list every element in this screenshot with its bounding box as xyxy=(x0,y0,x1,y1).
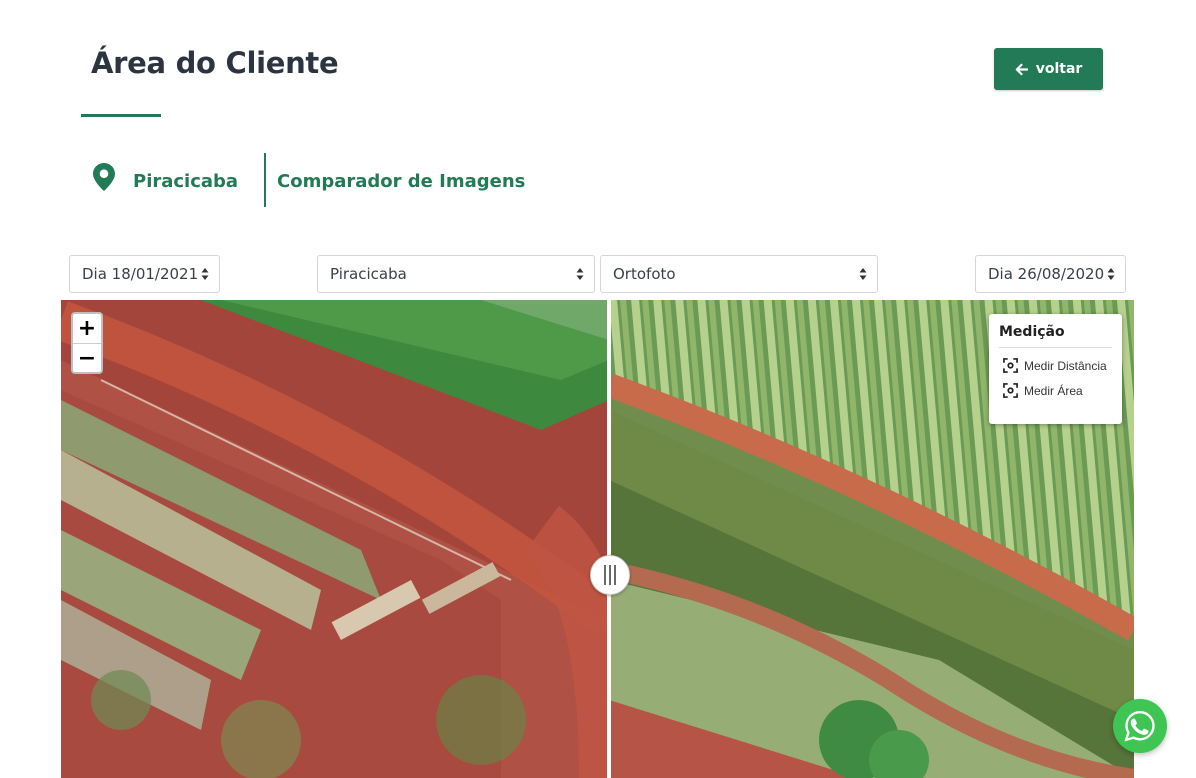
date-left-select[interactable]: Dia 18/01/2021 xyxy=(69,255,220,293)
select-caret-icon xyxy=(576,268,584,280)
zoom-out-button[interactable]: − xyxy=(73,343,101,372)
focus-target-icon xyxy=(1003,358,1018,373)
zoom-in-button[interactable]: + xyxy=(73,314,101,343)
image-comparison-map[interactable]: + − Medição Medir Distância Medir Área xyxy=(61,300,1134,778)
location-value: Piracicaba xyxy=(330,265,407,283)
select-caret-icon xyxy=(1107,268,1115,280)
section-divider xyxy=(264,153,266,207)
comparison-slider-handle[interactable] xyxy=(590,555,630,595)
select-caret-icon xyxy=(201,268,209,280)
map-pin-icon xyxy=(93,163,115,191)
location-label: Piracicaba xyxy=(133,171,239,192)
page-title: Área do Cliente xyxy=(91,46,339,80)
date-left-value: Dia 18/01/2021 xyxy=(82,265,199,283)
left-orthophoto[interactable] xyxy=(61,300,609,778)
layer-value: Ortofoto xyxy=(613,265,676,283)
measure-title: Medição xyxy=(999,324,1112,348)
focus-target-icon xyxy=(1003,383,1018,398)
whatsapp-button[interactable] xyxy=(1113,699,1167,753)
date-right-value: Dia 26/08/2020 xyxy=(988,265,1105,283)
measure-distance-label: Medir Distância xyxy=(1024,358,1107,373)
measure-distance-button[interactable]: Medir Distância xyxy=(999,358,1112,373)
title-underline xyxy=(81,114,161,117)
back-button-label: voltar xyxy=(1035,61,1083,77)
back-button[interactable]: voltar xyxy=(994,48,1103,90)
measure-area-button[interactable]: Medir Área xyxy=(999,383,1112,398)
location-select[interactable]: Piracicaba xyxy=(317,255,595,293)
measure-panel: Medição Medir Distância Medir Área xyxy=(989,314,1122,424)
layer-select[interactable]: Ortofoto xyxy=(600,255,878,293)
select-caret-icon xyxy=(859,268,867,280)
zoom-control: + − xyxy=(71,312,103,374)
left-aerial-image xyxy=(61,300,609,778)
whatsapp-icon xyxy=(1124,711,1155,742)
date-right-select[interactable]: Dia 26/08/2020 xyxy=(975,255,1126,293)
arrow-left-icon xyxy=(1015,63,1028,75)
measure-area-label: Medir Área xyxy=(1024,383,1083,398)
location-pin xyxy=(93,163,115,191)
comparison-split-line[interactable] xyxy=(607,300,611,778)
section-label: Comparador de Imagens xyxy=(277,171,526,192)
